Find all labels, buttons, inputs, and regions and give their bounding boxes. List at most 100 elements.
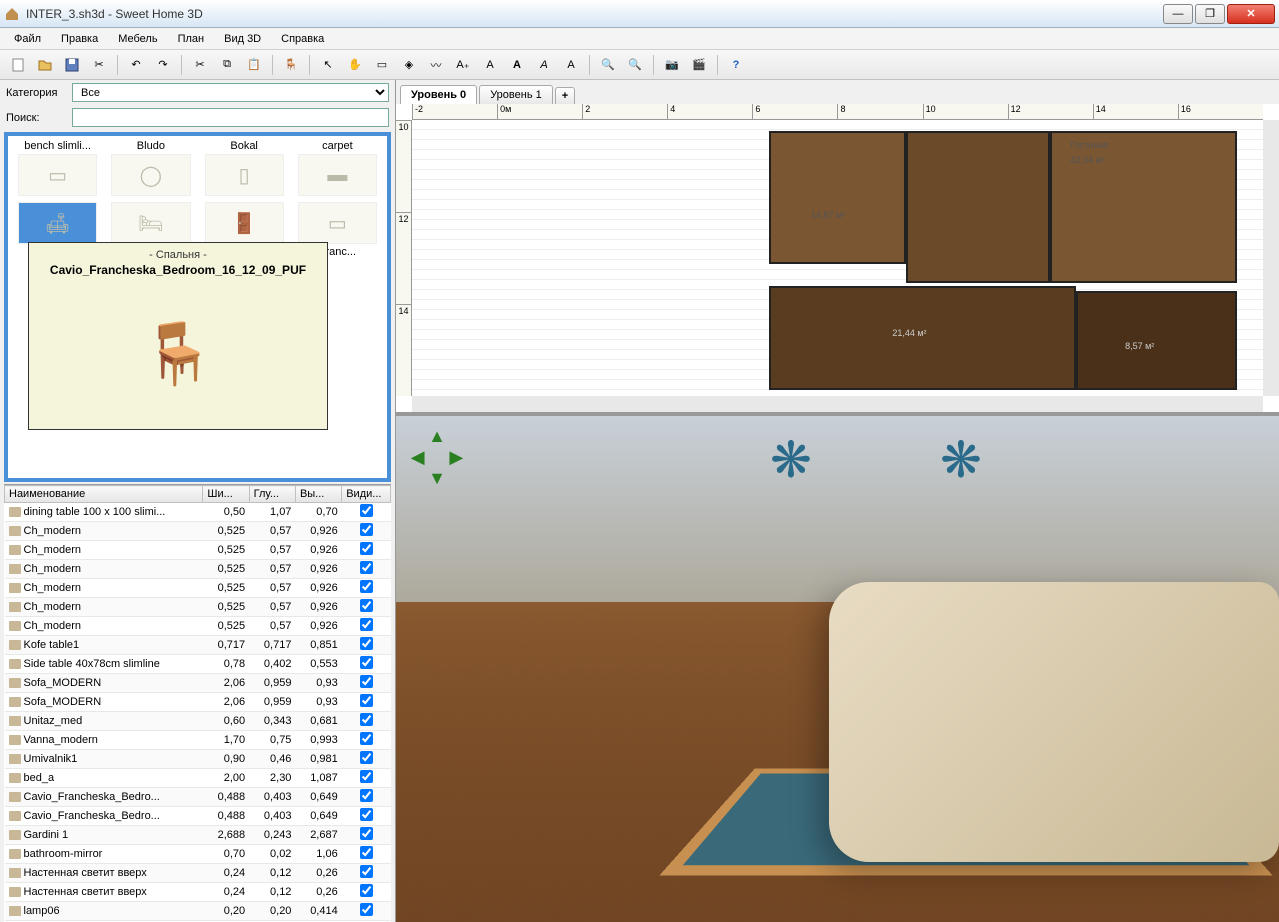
add-furniture-icon[interactable]: 🪑 [279,53,303,77]
maximize-button[interactable]: ❐ [1195,4,1225,24]
help-icon[interactable]: ? [724,53,748,77]
visible-checkbox[interactable] [360,732,373,745]
table-row[interactable]: bathroom-mirror0,700,021,06 [5,845,391,864]
visible-checkbox[interactable] [360,504,373,517]
select-icon[interactable]: ↖ [316,53,340,77]
visible-checkbox[interactable] [360,751,373,764]
visible-checkbox[interactable] [360,694,373,707]
col-height[interactable]: Вы... [295,486,341,503]
table-row[interactable]: Gardini 12,6880,2432,687 [5,826,391,845]
zoom-out-icon[interactable]: 🔍 [623,53,647,77]
menu-help[interactable]: Справка [273,31,332,47]
menu-plan[interactable]: План [170,31,213,47]
table-row[interactable]: Ch_modern0,5250,570,926 [5,541,391,560]
visible-checkbox[interactable] [360,865,373,878]
table-row[interactable]: Cavio_Francheska_Bedro...0,4880,4030,649 [5,788,391,807]
visible-checkbox[interactable] [360,808,373,821]
nav-left-icon[interactable]: ◀ [408,447,427,468]
category-select[interactable]: Все [72,83,389,102]
tab-level0[interactable]: Уровень 0 [400,85,477,104]
create-walls-icon[interactable]: ▭ [370,53,394,77]
visible-checkbox[interactable] [360,542,373,555]
visible-checkbox[interactable] [360,789,373,802]
menu-edit[interactable]: Правка [53,31,106,47]
cut-icon[interactable]: ✂ [188,53,212,77]
table-row[interactable]: Vanna_modern1,700,750,993 [5,731,391,750]
create-polylines-icon[interactable]: 〰 [424,53,448,77]
nav-up-icon[interactable]: ▲ [427,426,446,447]
create-text-icon[interactable]: A [478,53,502,77]
col-name[interactable]: Наименование [5,486,203,503]
table-row[interactable]: bed_a2,002,301,087 [5,769,391,788]
visible-checkbox[interactable] [360,523,373,536]
visible-checkbox[interactable] [360,618,373,631]
create-rooms-icon[interactable]: ◈ [397,53,421,77]
copy-icon[interactable]: ⧉ [215,53,239,77]
tab-add-level[interactable]: + [555,87,575,104]
undo-icon[interactable]: ↶ [124,53,148,77]
col-depth[interactable]: Глу... [249,486,295,503]
table-row[interactable]: Ch_modern0,5250,570,926 [5,560,391,579]
visible-checkbox[interactable] [360,561,373,574]
table-row[interactable]: Umivalnik10,900,460,981 [5,750,391,769]
minimize-button[interactable]: ― [1163,4,1193,24]
text-italic-icon[interactable]: A [532,53,556,77]
visible-checkbox[interactable] [360,656,373,669]
save-icon[interactable] [60,53,84,77]
search-input[interactable] [72,108,389,127]
open-icon[interactable] [33,53,57,77]
photo-icon[interactable]: 📷 [660,53,684,77]
visible-checkbox[interactable] [360,675,373,688]
table-row[interactable]: Ch_modern0,5250,570,926 [5,617,391,636]
menu-furniture[interactable]: Мебель [110,31,165,47]
scrollbar-horizontal[interactable] [412,396,1263,412]
furniture-table[interactable]: Наименование Ши... Глу... Вы... Види... … [4,484,391,922]
visible-checkbox[interactable] [360,846,373,859]
paste-icon[interactable]: 📋 [242,53,266,77]
table-row[interactable]: lamp060,200,200,414 [5,902,391,921]
visible-checkbox[interactable] [360,637,373,650]
visible-checkbox[interactable] [360,903,373,916]
table-row[interactable]: Ch_modern0,5250,570,926 [5,598,391,617]
table-row[interactable]: Ch_modern0,5250,570,926 [5,522,391,541]
furniture-catalog[interactable]: bench slimli...▭ Bludo◯ Bokal▯ carpet▬ 🛋… [4,132,391,482]
visible-checkbox[interactable] [360,884,373,897]
table-row[interactable]: Настенная светит вверх0,240,120,26 [5,864,391,883]
visible-checkbox[interactable] [360,770,373,783]
3d-nav-compass[interactable]: ▲ ◀▶ ▼ [408,426,466,484]
table-row[interactable]: Настенная светит вверх0,240,120,26 [5,883,391,902]
zoom-in-icon[interactable]: 🔍 [596,53,620,77]
create-dimensions-icon[interactable]: A₊ [451,53,475,77]
visible-checkbox[interactable] [360,713,373,726]
table-row[interactable]: Unitaz_med0,600,3430,681 [5,712,391,731]
plan-canvas[interactable]: -20м246810121416 101214 14,87 м² Гостина… [396,104,1279,412]
preferences-icon[interactable]: ✂ [87,53,111,77]
redo-icon[interactable]: ↷ [151,53,175,77]
video-icon[interactable]: 🎬 [687,53,711,77]
table-row[interactable]: Side table 40x78cm slimline0,780,4020,55… [5,655,391,674]
col-width[interactable]: Ши... [203,486,249,503]
visible-checkbox[interactable] [360,580,373,593]
text-bold-icon[interactable]: A [505,53,529,77]
pan-icon[interactable]: ✋ [343,53,367,77]
visible-checkbox[interactable] [360,827,373,840]
table-row[interactable]: Ch_modern0,5250,570,926 [5,579,391,598]
menu-file[interactable]: Файл [6,31,49,47]
new-icon[interactable] [6,53,30,77]
table-row[interactable]: Sofa_MODERN2,060,9590,93 [5,693,391,712]
col-visible[interactable]: Види... [342,486,391,503]
tab-level1[interactable]: Уровень 1 [479,85,553,104]
table-row[interactable]: Sofa_MODERN2,060,9590,93 [5,674,391,693]
scrollbar-vertical[interactable] [1263,120,1279,396]
menu-view3d[interactable]: Вид 3D [216,31,269,47]
floor-plan[interactable]: 14,87 м² Гостиная 42,04 м² 21,44 м² 8,57… [412,120,1263,396]
close-button[interactable]: ✕ [1227,4,1275,24]
view-3d[interactable]: ❋ ❋ ▲ ◀▶ ▼ [396,416,1279,922]
nav-right-icon[interactable]: ▶ [447,447,466,468]
table-row[interactable]: Kofe table10,7170,7170,851 [5,636,391,655]
table-row[interactable]: dining table 100 x 100 slimi...0,501,070… [5,503,391,522]
increase-text-icon[interactable]: A [559,53,583,77]
nav-down-icon[interactable]: ▼ [427,468,446,489]
table-row[interactable]: Cavio_Francheska_Bedro...0,4880,4030,649 [5,807,391,826]
visible-checkbox[interactable] [360,599,373,612]
